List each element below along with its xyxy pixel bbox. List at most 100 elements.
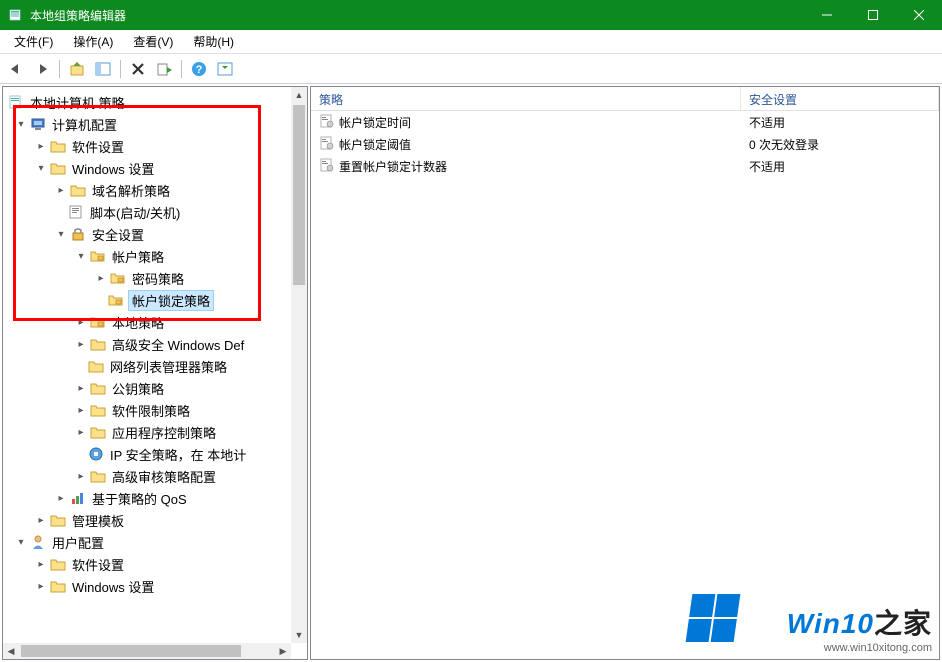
column-policy[interactable]: 策略 [311,87,741,110]
folder-icon [49,511,67,529]
tree-user-config[interactable]: ▾ 用户配置 [5,531,305,553]
forward-button[interactable] [30,57,54,81]
filter-button[interactable] [213,57,237,81]
chevron-right-icon[interactable]: ▸ [73,336,89,352]
list-item[interactable]: 重置帐户锁定计数器不适用 [311,155,939,177]
tree-account-lockout[interactable]: 帐户锁定策略 [5,289,305,311]
chevron-right-icon[interactable]: ▸ [73,314,89,330]
policy-value: 0 次无效登录 [741,134,939,155]
menu-help[interactable]: 帮助(H) [183,30,244,53]
minimize-button[interactable] [804,0,850,30]
chevron-down-icon[interactable]: ▾ [13,116,29,132]
maximize-button[interactable] [850,0,896,30]
window-title: 本地组策略编辑器 [30,7,804,24]
chevron-right-icon[interactable]: ▸ [53,490,69,506]
chevron-right-icon[interactable]: ▸ [33,556,49,572]
tree-name-resolution[interactable]: ▸ 域名解析策略 [5,179,305,201]
scroll-up-icon[interactable]: ▲ [291,87,307,103]
folder-lock-icon [89,313,107,331]
back-button[interactable] [4,57,28,81]
user-icon [29,533,47,551]
scroll-down-icon[interactable]: ▼ [291,627,307,643]
tree-security-settings[interactable]: ▾ 安全设置 [5,223,305,245]
tree-scripts[interactable]: 脚本(启动/关机) [5,201,305,223]
vertical-scrollbar[interactable]: ▲ ▼ [291,87,307,643]
menu-file[interactable]: 文件(F) [4,30,63,53]
app-icon [8,7,24,23]
folder-icon [89,423,107,441]
chevron-down-icon[interactable]: ▾ [53,226,69,242]
chevron-down-icon[interactable]: ▾ [13,534,29,550]
chevron-right-icon[interactable]: ▸ [33,138,49,154]
folder-icon [87,357,105,375]
tree-account-policies[interactable]: ▾ 帐户策略 [5,245,305,267]
list-pane: 策略 安全设置 帐户锁定时间不适用帐户锁定阈值0 次无效登录重置帐户锁定计数器不… [310,86,940,660]
chevron-right-icon[interactable]: ▸ [73,424,89,440]
policy-name: 帐户锁定时间 [339,114,411,131]
tree-ip-security[interactable]: IP 安全策略，在 本地计 [5,443,305,465]
menu-action[interactable]: 操作(A) [63,30,123,53]
policy-value: 不适用 [741,156,939,177]
policy-name: 帐户锁定阈值 [339,136,411,153]
tree-advanced-firewall[interactable]: ▸ 高级安全 Windows Def [5,333,305,355]
folder-icon [49,577,67,595]
help-button[interactable]: ? [187,57,211,81]
tree-password-policy[interactable]: ▸ 密码策略 [5,267,305,289]
toolbar: ? [0,54,942,84]
policy-item-icon [319,113,335,132]
tree-user-windows[interactable]: ▸ Windows 设置 [5,575,305,597]
folder-icon [89,467,107,485]
chevron-right-icon[interactable]: ▸ [73,380,89,396]
folder-lock-icon [89,247,107,265]
menubar: 文件(F) 操作(A) 查看(V) 帮助(H) [0,30,942,54]
list-item[interactable]: 帐户锁定时间不适用 [311,111,939,133]
folder-lock-icon [107,291,125,309]
computer-icon [29,115,47,133]
horizontal-scrollbar[interactable]: ◀ ▶ [3,643,291,659]
script-icon [67,203,85,221]
tree-software-restriction[interactable]: ▸ 软件限制策略 [5,399,305,421]
menu-view[interactable]: 查看(V) [123,30,183,53]
chevron-right-icon[interactable]: ▸ [73,402,89,418]
tree-app-control[interactable]: ▸ 应用程序控制策略 [5,421,305,443]
tree-admin-templates[interactable]: ▸ 管理模板 [5,509,305,531]
folder-lock-icon [109,269,127,287]
chevron-right-icon[interactable]: ▸ [33,512,49,528]
watermark: Win10之家 www.win10xitong.com [787,602,932,654]
tree-computer-config[interactable]: ▾ 计算机配置 [5,113,305,135]
close-button[interactable] [896,0,942,30]
column-security[interactable]: 安全设置 [741,87,939,110]
svg-text:?: ? [196,64,203,76]
policy-item-icon [319,157,335,176]
chevron-right-icon[interactable]: ▸ [33,578,49,594]
scroll-right-icon[interactable]: ▶ [275,643,291,659]
folder-icon [49,137,67,155]
up-button[interactable] [65,57,89,81]
ipsec-icon [87,445,105,463]
tree-network-list[interactable]: 网络列表管理器策略 [5,355,305,377]
tree-user-software[interactable]: ▸ 软件设置 [5,553,305,575]
chart-icon [69,489,87,507]
chevron-right-icon[interactable]: ▸ [93,270,109,286]
folder-icon [69,181,87,199]
folder-icon [89,335,107,353]
titlebar: 本地组策略编辑器 [0,0,942,30]
chevron-down-icon[interactable]: ▾ [33,160,49,176]
chevron-right-icon[interactable]: ▸ [53,182,69,198]
tree-public-key[interactable]: ▸ 公钥策略 [5,377,305,399]
chevron-down-icon[interactable]: ▾ [73,248,89,264]
folder-icon [89,401,107,419]
chevron-right-icon[interactable]: ▸ [73,468,89,484]
tree-qos[interactable]: ▸ 基于策略的 QoS [5,487,305,509]
security-icon [69,225,87,243]
delete-button[interactable] [126,57,150,81]
list-item[interactable]: 帐户锁定阈值 0 次无效登录 [311,133,939,155]
tree-root[interactable]: 本地计算机 策略 [5,91,305,113]
tree-local-policies[interactable]: ▸ 本地策略 [5,311,305,333]
tree-software-settings[interactable]: ▸ 软件设置 [5,135,305,157]
export-button[interactable] [152,57,176,81]
tree-advanced-audit[interactable]: ▸ 高级审核策略配置 [5,465,305,487]
show-hide-tree-button[interactable] [91,57,115,81]
scroll-left-icon[interactable]: ◀ [3,643,19,659]
tree-windows-settings[interactable]: ▾ Windows 设置 [5,157,305,179]
